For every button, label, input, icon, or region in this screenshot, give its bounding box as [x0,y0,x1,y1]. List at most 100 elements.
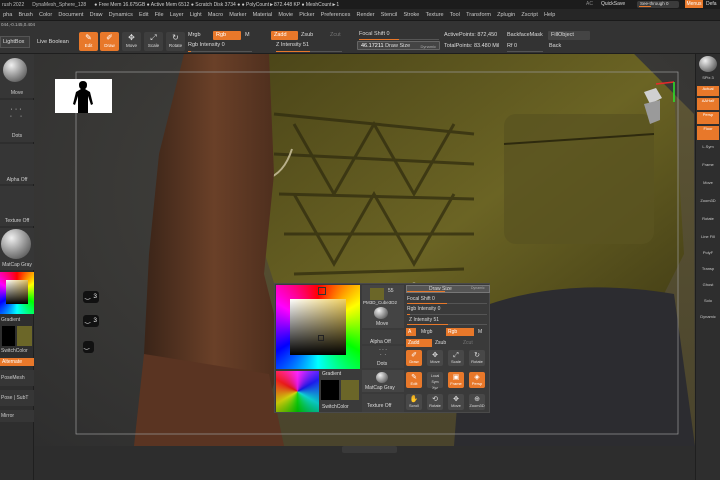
mirror-button[interactable]: Mirror [0,410,34,422]
gradient-toggle[interactable]: Gradient [1,317,20,323]
menu-pha[interactable]: pha [0,12,15,18]
scale-mode-button[interactable]: ⤢ Scale [144,32,163,51]
rf-slider[interactable]: Rf 0 [507,43,517,49]
bottom-tray-handle[interactable] [342,446,397,453]
fill-object-button[interactable]: FillObject [548,31,590,40]
local-sym-button[interactable]: L.Sym [697,144,719,158]
move-mode-button[interactable]: ✥ Move [122,32,141,51]
popup-stroke-selector[interactable]: · · · · · Dots [362,346,404,368]
menu-tool[interactable]: Tool [447,12,463,18]
menu-color[interactable]: Color [36,12,55,18]
default-zscript-button[interactable]: Defa [706,1,717,7]
popup-zadd-button[interactable]: Zadd [406,339,432,347]
popup-zcut-button[interactable]: Zcut [463,340,473,346]
see-through-slider[interactable]: See-through 0 [637,1,679,8]
rgb-button[interactable]: Rgb [213,31,241,40]
lazy-mouse-hotkey[interactable]: ‿ 3 [83,291,99,303]
back-button[interactable]: Back [549,43,561,49]
menu-macro[interactable]: Macro [205,12,226,18]
line-fill-button[interactable]: Line Fill [697,234,719,248]
m-button[interactable]: M [245,32,250,38]
popup-switchcolor-button[interactable]: SwitchColor [322,404,349,410]
popup-move-view-button[interactable]: ✥ Move [448,394,464,410]
zadd-button[interactable]: Zadd [271,31,298,40]
popup-focal-shift-slider[interactable]: Focal Shift 0 [407,296,435,302]
popup-persp-button[interactable]: ◈ Persp [469,372,485,388]
popup-gradient-pad[interactable] [276,371,319,412]
zcut-button[interactable]: Zcut [330,32,341,38]
menu-document[interactable]: Document [55,12,86,18]
menu-draw[interactable]: Draw [87,12,106,18]
popup-color-picker[interactable] [276,285,360,369]
popup-z-intensity-slider[interactable]: Z Intensity 51 [409,317,439,323]
popup-edit-button[interactable]: ✎ Edit [406,372,422,388]
alpha-selector[interactable]: Alpha Off [0,144,34,184]
transp-button[interactable]: Transp [697,266,719,278]
menu-dynamics[interactable]: Dynamics [106,12,136,18]
popup-m-button[interactable]: M [478,329,482,335]
popup-draw-size-slider[interactable]: Draw Size Dynamic [406,285,490,293]
polyf-button[interactable]: PolyF [697,250,719,262]
popup-brush-selector[interactable]: 55 PM3D_Cube3D2 Move [362,285,404,328]
menu-movie[interactable]: Movie [275,12,296,18]
quicksave-button[interactable]: QuickSave [601,1,625,7]
menu-zscript[interactable]: Zscript [518,12,541,18]
texture-selector[interactable]: Texture Off [0,186,34,226]
primary-color-swatch[interactable] [2,326,15,346]
ghost-button[interactable]: Ghost [697,282,719,294]
popup-secondary-swatch[interactable] [341,380,359,400]
menu-stroke[interactable]: Stroke [400,12,422,18]
frame-button[interactable]: Frame [697,162,719,176]
popup-material-selector[interactable]: MatCap Gray [362,370,404,392]
dynamic-button[interactable]: Dynamic [420,42,436,51]
material-selector[interactable]: MatCap Gray [0,228,34,270]
menu-brush[interactable]: Brush [15,12,36,18]
zoom3d-button[interactable]: Zoom3D [697,198,719,212]
menu-file[interactable]: File [152,12,167,18]
popup-rgb-intensity-slider[interactable]: Rgb Intensity 0 [407,306,440,312]
popup-primary-swatch[interactable] [321,380,339,400]
mrgb-button[interactable]: Mrgb [188,32,201,38]
menu-material[interactable]: Material [250,12,276,18]
rotate-view-button[interactable]: Rotate [697,216,719,230]
silhouette-navigator[interactable] [55,79,112,113]
spix-button[interactable]: SPix 3 [697,75,719,80]
popup-scroll-button[interactable]: ✋ Scroll [406,394,422,410]
focal-shift-slider[interactable]: Focal Shift 0 [359,31,390,37]
secondary-color-swatch[interactable] [17,326,32,346]
menu-zplugin[interactable]: Zplugin [494,12,518,18]
menu-help[interactable]: Help [541,12,559,18]
menu-light[interactable]: Light [187,12,205,18]
lazy-mouse-hotkey[interactable]: ‿ 3 [83,315,99,327]
menu-stencil[interactable]: Stencil [378,12,401,18]
menu-edit[interactable]: Edit [136,12,152,18]
lightbox-button[interactable]: LightBox [0,36,30,48]
popup-rotate-view-button[interactable]: ⟲ Rotate [427,394,443,410]
floor-button[interactable]: Floor [697,126,719,140]
alternate-button[interactable]: Alternate [0,358,34,366]
z-intensity-slider[interactable]: Z Intensity 51 [276,42,309,48]
lazy-mouse-hotkey[interactable]: ‿ [83,341,94,353]
stroke-selector[interactable]: · · · · · Dots [0,100,34,142]
menu-transform[interactable]: Transform [463,12,494,18]
backface-mask-button[interactable]: BackfaceMask [507,32,543,38]
solo-button[interactable]: Solo [697,298,719,310]
popup-a-button[interactable]: A [406,328,416,336]
persp-button[interactable]: Persp [697,112,719,124]
menu-preferences[interactable]: Preferences [318,12,354,18]
popup-scale-button[interactable]: ⤢ Scale [448,350,464,366]
zsub-button[interactable]: Zsub [301,32,313,38]
popup-zoom3d-button[interactable]: ⊕ Zoom3D [469,394,485,410]
aahalf-button[interactable]: AAHalf [697,98,719,110]
menu-layer[interactable]: Layer [167,12,187,18]
popup-frame-button[interactable]: ▣ Frame [448,372,464,388]
popup-move-button[interactable]: ✥ Move [427,350,443,366]
draw-mode-button[interactable]: ✐ Draw [100,32,119,51]
popup-mrgb-button[interactable]: Mrgb [421,329,432,335]
posemesh-button[interactable]: PoseMesh [0,370,34,386]
menu-picker[interactable]: Picker [296,12,317,18]
rgb-intensity-slider[interactable]: Rgb Intensity 0 [188,42,225,48]
popup-alpha-selector[interactable]: Alpha Off [362,330,404,345]
popup-gradient-toggle[interactable]: Gradient [322,371,341,377]
popup-dynamic-button[interactable]: Dynamic [471,286,485,290]
